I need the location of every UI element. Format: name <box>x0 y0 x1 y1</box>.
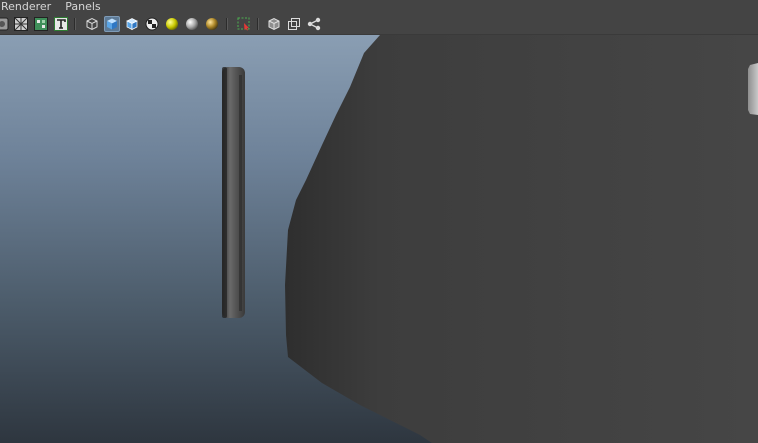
panel-toolbar <box>0 13 758 35</box>
maya-viewport-panel: Renderer Panels <box>0 0 758 443</box>
small-light-object[interactable] <box>748 63 758 115</box>
toolbar-separator <box>74 18 76 30</box>
isolate-select-cube-icon[interactable] <box>266 16 282 32</box>
camera-attributes-icon[interactable] <box>0 16 10 32</box>
wireframe-on-shaded-cube-icon[interactable] <box>124 16 140 32</box>
toolbar-separator <box>257 18 259 30</box>
uv-texture-icon[interactable] <box>33 16 49 32</box>
checker-texture-icon[interactable] <box>144 16 160 32</box>
smooth-shade-cube-icon[interactable] <box>104 16 120 32</box>
wireframe-grid-icon[interactable] <box>13 16 29 32</box>
thin-disc-object[interactable] <box>222 67 245 318</box>
xray-cube-icon[interactable] <box>286 16 302 32</box>
text-t-icon[interactable] <box>53 16 69 32</box>
node-graph-icon[interactable] <box>306 16 322 32</box>
default-light-sphere-icon[interactable] <box>164 16 180 32</box>
shadow-sphere-icon[interactable] <box>204 16 220 32</box>
all-lights-sphere-icon[interactable] <box>184 16 200 32</box>
wireframe-cube-icon[interactable] <box>84 16 100 32</box>
panel-menubar: Renderer Panels <box>0 0 758 13</box>
viewport-scene <box>222 35 758 443</box>
3d-viewport[interactable] <box>0 35 758 443</box>
toolbar-separator <box>226 18 228 30</box>
menu-renderer[interactable]: Renderer <box>1 0 51 13</box>
menu-panels[interactable]: Panels <box>65 0 100 13</box>
large-dark-object[interactable] <box>285 35 758 443</box>
select-region-icon[interactable] <box>236 16 252 32</box>
